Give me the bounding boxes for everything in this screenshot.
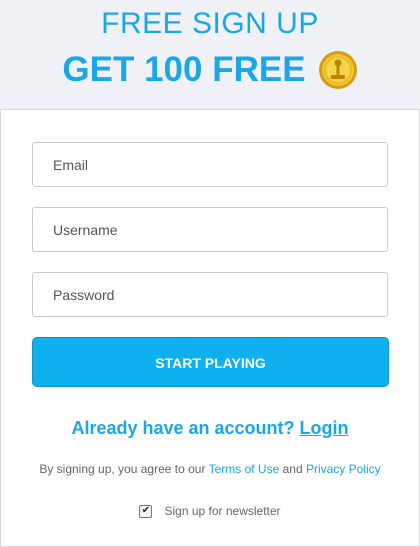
login-link[interactable]: Login [300,418,349,438]
start-playing-button[interactable]: START PLAYING [32,337,389,387]
account-prompt-text: Already have an account? [71,418,295,438]
terms-of-use-link[interactable]: Terms of Use [209,462,280,476]
newsletter-label[interactable]: Sign up for newsletter [164,504,280,518]
account-prompt: Already have an account? Login [1,418,419,439]
signup-subtitle: FREE SIGN UP [101,7,319,40]
email-input[interactable] [32,142,388,187]
username-input[interactable] [32,207,388,252]
privacy-policy-link[interactable]: Privacy Policy [306,462,381,476]
signup-title-row: GET 100 FREE [0,50,420,90]
signup-title: GET 100 FREE [62,50,306,89]
signup-form-card: START PLAYING Already have an account? L… [0,109,420,547]
terms-notice: By signing up, you agree to our Terms of… [1,462,419,476]
signup-header: FREE SIGN UP GET 100 FREE [0,0,420,108]
coin-icon [318,50,358,90]
newsletter-option: ✔ Sign up for newsletter [1,504,419,518]
terms-conjunction: and [282,462,303,476]
newsletter-checkbox[interactable]: ✔ [139,504,153,518]
password-input[interactable] [32,272,388,317]
terms-prefix: By signing up, you agree to our [39,462,206,476]
